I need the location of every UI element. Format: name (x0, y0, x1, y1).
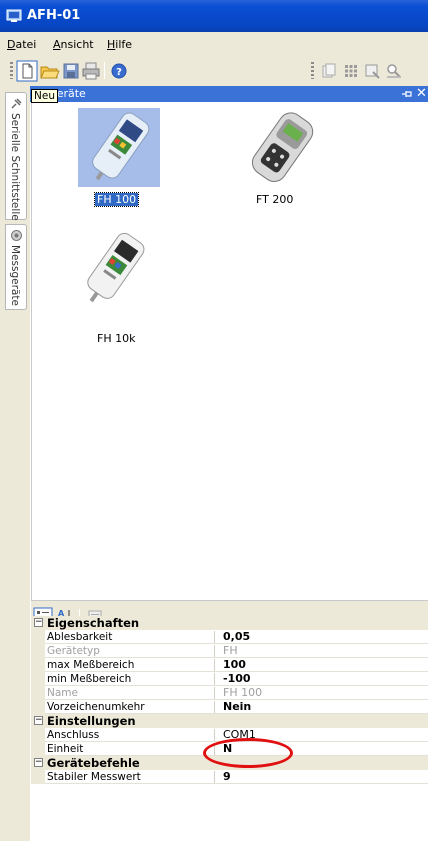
property-value[interactable]: FH (223, 644, 238, 657)
device-image (242, 110, 322, 186)
zoom-icon[interactable] (383, 60, 405, 82)
property-value[interactable]: 9 (223, 770, 231, 783)
property-name: Anschluss (47, 729, 215, 741)
property-value[interactable]: -100 (223, 672, 251, 685)
property-name: Gerätetyp (47, 645, 215, 657)
toolbar-grip-right[interactable] (311, 62, 314, 79)
property-value[interactable]: FH 100 (223, 686, 262, 699)
property-name: Name (47, 687, 215, 699)
main-toolbar: ? (0, 56, 428, 86)
device-image (78, 108, 160, 187)
tab-label: Messgeräte (9, 245, 21, 306)
device-ft200[interactable]: FT 200 (222, 102, 342, 212)
row-margin (31, 770, 45, 784)
row-margin (31, 644, 45, 658)
collapse-icon[interactable]: − (34, 758, 43, 767)
select-icon[interactable] (361, 60, 383, 82)
device-label: FH 100 (93, 192, 140, 207)
tab-messgeraete[interactable]: Messgeräte (5, 224, 27, 310)
pin-icon[interactable] (401, 88, 413, 100)
row-margin (31, 728, 45, 742)
collapse-icon[interactable]: − (34, 618, 43, 627)
property-row[interactable]: Ablesbarkeit 0,05 (31, 630, 428, 644)
row-margin (31, 742, 45, 756)
grid-icon[interactable] (340, 60, 362, 82)
title-bar: AFH-01 (0, 0, 428, 32)
category-label: Eigenschaften (47, 616, 140, 630)
panel-header: sgeräte ✕ (30, 86, 428, 102)
menu-datei[interactable]: Datei (7, 38, 36, 51)
svg-text:?: ? (116, 67, 122, 78)
device-fh10k[interactable]: FH 10k (52, 222, 172, 352)
menu-bar: Datei Ansicht Hilfe (0, 32, 428, 56)
device-image (72, 228, 154, 312)
row-margin (31, 630, 45, 644)
device-list: FH 100 FT 200 FH 10k (31, 102, 428, 600)
tab-serielle-schnittstelle[interactable]: Serielle Schnittstelle (5, 92, 27, 221)
property-row[interactable]: Gerätetyp FH (31, 644, 428, 658)
open-folder-icon[interactable] (38, 60, 60, 82)
dock-tab-strip: Serielle Schnittstelle Messgeräte (0, 86, 30, 841)
device-icon (10, 229, 23, 242)
toolbar-separator (104, 62, 105, 79)
property-name: max Meßbereich (47, 659, 215, 671)
property-value[interactable]: 100 (223, 658, 246, 671)
device-fh100[interactable]: FH 100 (32, 102, 172, 207)
property-value[interactable]: 0,05 (223, 630, 250, 643)
property-name: Vorzeichenumkehr (47, 701, 215, 713)
category-label: Einstellungen (47, 714, 136, 728)
save-icon[interactable] (60, 60, 82, 82)
collapse-icon[interactable]: − (34, 716, 43, 725)
row-margin (31, 700, 45, 714)
property-name: Ablesbarkeit (47, 631, 215, 643)
property-row[interactable]: Name FH 100 (31, 686, 428, 700)
toolbar-grip[interactable] (10, 62, 13, 79)
help-icon[interactable]: ? (108, 60, 130, 82)
category-row[interactable]: − Eigenschaften (31, 616, 428, 630)
property-value[interactable]: Nein (223, 700, 251, 713)
property-row[interactable]: max Meßbereich 100 (31, 658, 428, 672)
device-label: FT 200 (256, 193, 294, 206)
menu-hilfe[interactable]: Hilfe (107, 38, 132, 51)
menu-ansicht[interactable]: Ansicht (53, 38, 94, 51)
close-icon[interactable]: ✕ (416, 86, 427, 101)
highlight-circle (203, 738, 293, 768)
new-icon[interactable] (16, 60, 38, 82)
tooltip: Neu (31, 89, 58, 103)
row-margin (31, 672, 45, 686)
print-icon[interactable] (80, 60, 102, 82)
property-name: Stabiler Messwert (47, 771, 215, 783)
row-margin (31, 686, 45, 700)
property-row[interactable]: Vorzeichenumkehr Nein (31, 700, 428, 714)
category-row[interactable]: − Einstellungen (31, 714, 428, 728)
tab-label: Serielle Schnittstelle (9, 113, 21, 221)
plug-icon (10, 97, 23, 110)
property-name: min Meßbereich (47, 673, 215, 685)
property-row[interactable]: Stabiler Messwert 9 (31, 770, 428, 784)
window-title: AFH-01 (27, 8, 81, 23)
copy-icon[interactable] (318, 60, 340, 82)
category-label: Gerätebefehle (47, 756, 140, 770)
property-name: Einheit (47, 743, 215, 755)
device-label: FH 10k (97, 332, 136, 345)
property-row[interactable]: min Meßbereich -100 (31, 672, 428, 686)
app-icon (6, 9, 22, 23)
row-margin (31, 658, 45, 672)
